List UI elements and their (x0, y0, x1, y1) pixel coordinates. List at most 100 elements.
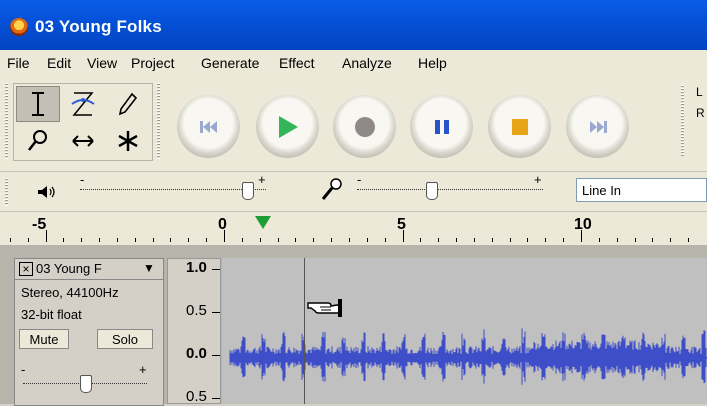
vruler-label: 1.0 (186, 259, 207, 276)
meter-right-label: R (696, 106, 705, 120)
skip-start-icon (199, 120, 217, 133)
meter-toolbar-grip[interactable] (681, 85, 684, 157)
mute-button[interactable]: Mute (19, 329, 69, 349)
input-minus-label: - (357, 172, 362, 187)
track-area: × 03 Young F ▼ Stereo, 44100Hz 32-bit fl… (0, 245, 707, 406)
menu-view[interactable]: View (87, 55, 117, 71)
ruler-tick (81, 238, 83, 242)
ruler-tick (348, 238, 350, 242)
selection-tool-icon[interactable] (16, 86, 60, 122)
ruler-tick (366, 238, 368, 242)
track-title-bar[interactable]: × 03 Young F ▼ (15, 259, 163, 280)
envelope-tool-icon[interactable] (61, 86, 105, 122)
ruler-tick (527, 238, 529, 242)
record-icon (354, 116, 375, 137)
toolbar-grip[interactable] (5, 178, 8, 206)
ruler-tick (652, 238, 654, 242)
pause-button[interactable] (410, 95, 473, 158)
skip-end-button[interactable] (566, 95, 629, 158)
input-plus-label: + (534, 172, 542, 187)
vruler-label: 0.0 (186, 345, 207, 362)
close-track-icon[interactable]: × (19, 262, 33, 276)
vruler-label: 0.5 (186, 302, 207, 319)
solo-button[interactable]: Solo (97, 329, 153, 349)
timeshift-tool-icon[interactable] (61, 123, 105, 159)
ruler-tick (295, 238, 297, 242)
output-volume-track[interactable] (80, 189, 266, 191)
input-volume-track[interactable] (357, 189, 543, 191)
menu-project[interactable]: Project (131, 55, 175, 71)
ruler-tick (313, 238, 315, 242)
ruler-tick (688, 238, 690, 242)
ruler-tick (63, 238, 65, 242)
vruler-label: 0.5 (186, 388, 207, 405)
ruler-label: -5 (32, 216, 47, 233)
track-menu-arrow-icon[interactable]: ▼ (143, 261, 155, 275)
timeline-ruler[interactable]: -5 0 5 10 (0, 211, 707, 246)
ruler-tick (241, 238, 243, 242)
menu-analyze[interactable]: Analyze (342, 55, 392, 71)
ruler-tick (206, 238, 208, 242)
speaker-icon (38, 186, 55, 198)
output-volume-slider[interactable] (242, 182, 255, 200)
ruler-tick (438, 238, 440, 242)
ruler-tick (473, 238, 475, 242)
ruler-tick (331, 238, 333, 242)
skip-start-button[interactable] (177, 95, 240, 158)
menu-effect[interactable]: Effect (279, 55, 315, 71)
input-volume-slider[interactable] (426, 182, 439, 200)
ruler-label: 0 (218, 216, 227, 233)
play-position-marker[interactable] (255, 216, 272, 229)
ruler-tick (634, 238, 636, 242)
waveform-path (229, 328, 707, 385)
ruler-tick (9, 238, 11, 242)
track-control-panel: × 03 Young F ▼ Stereo, 44100Hz 32-bit fl… (14, 258, 164, 406)
ruler-tick (99, 238, 101, 242)
output-plus-label: + (258, 172, 266, 187)
ruler-label: 10 (574, 216, 592, 233)
ruler-tick (134, 238, 136, 242)
ruler-tick (670, 238, 672, 242)
menu-file[interactable]: File (7, 55, 30, 71)
toolbar-grip[interactable] (157, 83, 160, 159)
track-name[interactable]: 03 Young F (36, 261, 102, 276)
stop-button[interactable] (488, 95, 551, 158)
play-button[interactable] (256, 95, 319, 158)
input-source-select[interactable]: Line In (576, 178, 707, 202)
multi-tool-icon[interactable] (106, 123, 150, 159)
stop-icon (511, 118, 528, 135)
ruler-tick (456, 238, 458, 242)
ruler-tick (188, 238, 190, 242)
zoom-tool-icon[interactable] (16, 123, 60, 159)
vruler-tick (212, 355, 220, 356)
menu-generate[interactable]: Generate (201, 55, 259, 71)
mixer-toolbar: - + - + Line In (0, 171, 707, 212)
tools-toolbar (13, 83, 153, 161)
toolbar-grip[interactable] (5, 83, 8, 159)
record-button[interactable] (333, 95, 396, 158)
play-icon (278, 115, 298, 138)
track-format: Stereo, 44100Hz (21, 285, 119, 300)
ruler-tick (27, 238, 29, 242)
menu-help[interactable]: Help (418, 55, 447, 71)
ruler-tick (491, 238, 493, 242)
output-minus-label: - (80, 172, 85, 187)
ruler-label: 5 (397, 216, 406, 233)
hand-cursor-icon (307, 299, 342, 317)
title-bar: 03 Young Folks (0, 0, 707, 50)
ruler-tick (616, 238, 618, 242)
gain-slider[interactable] (80, 375, 92, 393)
microphone-icon (321, 178, 342, 200)
ruler-tick (598, 238, 600, 242)
pause-icon (434, 119, 449, 134)
skip-end-icon (589, 120, 607, 133)
ruler-tick (259, 238, 261, 242)
ruler-tick (563, 238, 565, 242)
menu-edit[interactable]: Edit (47, 55, 71, 71)
ruler-tick (420, 238, 422, 242)
edit-cursor-line (304, 258, 305, 404)
ruler-tick (509, 238, 511, 242)
draw-tool-icon[interactable] (106, 86, 150, 122)
waveform-display[interactable] (222, 258, 707, 404)
ruler-tick (152, 238, 154, 242)
